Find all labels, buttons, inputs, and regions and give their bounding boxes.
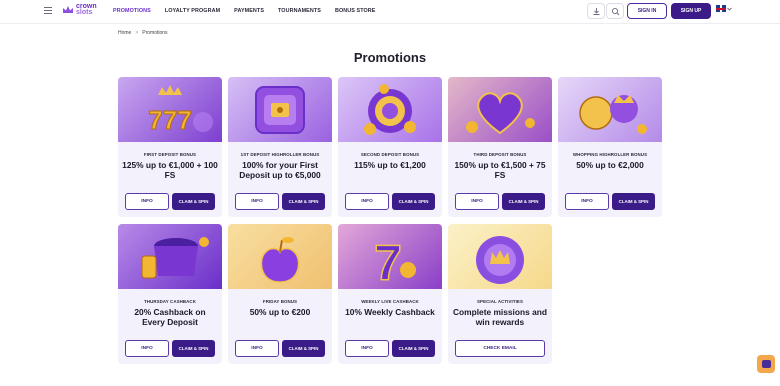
promo-kicker: FIRST DEPOSIT BONUS [143, 152, 197, 157]
claim-spin-button[interactable]: CLAIM & SPIN [612, 193, 655, 210]
promo-card-third-deposit: THIRD DEPOSIT BONUS 150% up to €1,500 + … [448, 77, 552, 217]
promo-card-thursday-cashback: THURSDAY CASHBACK 20% Cashback on Every … [118, 224, 222, 364]
promotions-grid: 777 FIRST DEPOSIT BONUS 125% up to €1,00… [118, 77, 662, 364]
promo-kicker: WHOPPING HIGHROLLER BONUS [572, 152, 648, 157]
search-icon [611, 7, 619, 15]
chip-crown-icon [476, 236, 524, 284]
info-button[interactable]: INFO [455, 193, 499, 210]
promo-image [228, 77, 332, 142]
heart-spade-icon [466, 92, 535, 135]
promo-title: 115% up to €1,200 [354, 160, 426, 170]
menu-icon[interactable] [44, 7, 52, 14]
promo-kicker: 1ST DEPOSIT HIGHROLLER BONUS [240, 152, 320, 157]
promo-card-highroller-first: 1ST DEPOSIT HIGHROLLER BONUS 100% for yo… [228, 77, 332, 217]
promo-image [118, 224, 222, 289]
seven-icon: 7 [373, 234, 416, 289]
promo-title: 100% for your First Deposit up to €5,000 [239, 160, 321, 180]
crown-logo-icon [63, 6, 73, 13]
sign-up-button[interactable]: SIGN UP [671, 3, 711, 19]
promo-card-special-activities: SPECIAL ACTIVITIES Complete missions and… [448, 224, 552, 364]
promo-card-first-deposit: 777 FIRST DEPOSIT BONUS 125% up to €1,00… [118, 77, 222, 217]
promo-image [448, 77, 552, 142]
promo-title: 50% up to €2,000 [576, 160, 644, 170]
safe-icon [255, 86, 305, 134]
claim-spin-button[interactable]: CLAIM & SPIN [172, 340, 215, 357]
nav-payments[interactable]: PAYMENTS [234, 8, 264, 14]
claim-spin-button[interactable]: CLAIM & SPIN [392, 340, 435, 357]
promo-title: 125% up to €1,000 + 100 FS [122, 160, 218, 180]
breadcrumb-home[interactable]: Home [118, 30, 131, 36]
info-button[interactable]: INFO [125, 340, 169, 357]
info-button[interactable]: INFO [345, 340, 389, 357]
breadcrumb-current: Promotions [142, 30, 168, 36]
nav-tournaments[interactable]: TOURNAMENTS [278, 8, 321, 14]
promo-kicker: WEEKLY LIVE CASHBACK [361, 299, 419, 304]
logo[interactable]: crown slots [62, 3, 97, 16]
download-button[interactable] [587, 3, 605, 19]
coins-wheel-icon [364, 84, 416, 135]
info-button[interactable]: INFO [235, 340, 279, 357]
promo-image [338, 77, 442, 142]
language-selector[interactable] [716, 5, 733, 12]
promo-image [228, 224, 332, 289]
slot-777-icon: 777 [148, 85, 213, 136]
promo-image [448, 224, 552, 289]
coin-pot-icon [141, 237, 209, 279]
info-button[interactable]: INFO [125, 193, 169, 210]
download-icon [593, 7, 599, 15]
nav-promotions[interactable]: PROMOTIONS [113, 8, 151, 14]
nav-loyalty-program[interactable]: LOYALTY PROGRAM [165, 8, 220, 14]
svg-text:777: 777 [148, 105, 191, 135]
promo-image: 7 [338, 224, 442, 289]
breadcrumb: Home > Promotions [118, 30, 168, 36]
promo-image [558, 77, 662, 142]
promo-image: 777 [118, 77, 222, 142]
claim-spin-button[interactable]: CLAIM & SPIN [282, 193, 325, 210]
main-nav: PROMOTIONS LOYALTY PROGRAM PAYMENTS TOUR… [113, 0, 390, 22]
promo-kicker: THURSDAY CASHBACK [144, 299, 196, 304]
chat-icon [761, 360, 771, 368]
promo-kicker: FRIDAY BONUS [262, 299, 298, 304]
claim-spin-button[interactable]: CLAIM & SPIN [282, 340, 325, 357]
info-button[interactable]: INFO [345, 193, 389, 210]
promo-card-whopping-highroller: WHOPPING HIGHROLLER BONUS 50% up to €2,0… [558, 77, 662, 217]
promo-card-friday-bonus: FRIDAY BONUS 50% up to €200 INFO CLAIM &… [228, 224, 332, 364]
promo-card-weekly-live-cashback: 7 WEEKLY LIVE CASHBACK 10% Weekly Cashba… [338, 224, 442, 364]
info-button[interactable]: INFO [235, 193, 279, 210]
breadcrumb-separator: > [135, 30, 139, 36]
apple-icon [260, 237, 300, 283]
nav-bonus-store[interactable]: BONUS STORE [335, 8, 376, 14]
top-header: crown slots PROMOTIONS LOYALTY PROGRAM P… [0, 0, 780, 24]
search-button[interactable] [606, 3, 624, 19]
promo-title: Complete missions and win rewards [452, 307, 547, 327]
logo-text-bottom: slots [76, 9, 93, 16]
info-button[interactable]: INFO [565, 193, 609, 210]
promo-card-second-deposit: SECOND DEPOSIT BONUS 115% up to €1,200 I… [338, 77, 442, 217]
page-title: Promotions [353, 50, 427, 65]
promo-title: 10% Weekly Cashback [345, 307, 435, 317]
promo-kicker: THIRD DEPOSIT BONUS [473, 152, 527, 157]
svg-text:7: 7 [374, 235, 402, 289]
promo-title: 20% Cashback on Every Deposit [134, 307, 206, 327]
claim-spin-button[interactable]: CLAIM & SPIN [392, 193, 435, 210]
promo-kicker: SECOND DEPOSIT BONUS [360, 152, 420, 157]
promo-title: 150% up to €1,500 + 75 FS [454, 160, 546, 180]
claim-spin-button[interactable]: CLAIM & SPIN [172, 193, 215, 210]
crown-coins-icon [579, 95, 647, 134]
chevron-down-icon [727, 7, 732, 11]
claim-spin-button[interactable]: CLAIM & SPIN [502, 193, 545, 210]
chat-button[interactable] [757, 355, 775, 373]
uk-flag-icon [716, 5, 726, 12]
check-email-button[interactable]: CHECK EMAIL [455, 340, 545, 357]
promo-title: 50% up to €200 [249, 307, 311, 317]
promo-kicker: SPECIAL ACTIVITIES [477, 299, 523, 304]
sign-in-button[interactable]: SIGN IN [627, 3, 667, 19]
